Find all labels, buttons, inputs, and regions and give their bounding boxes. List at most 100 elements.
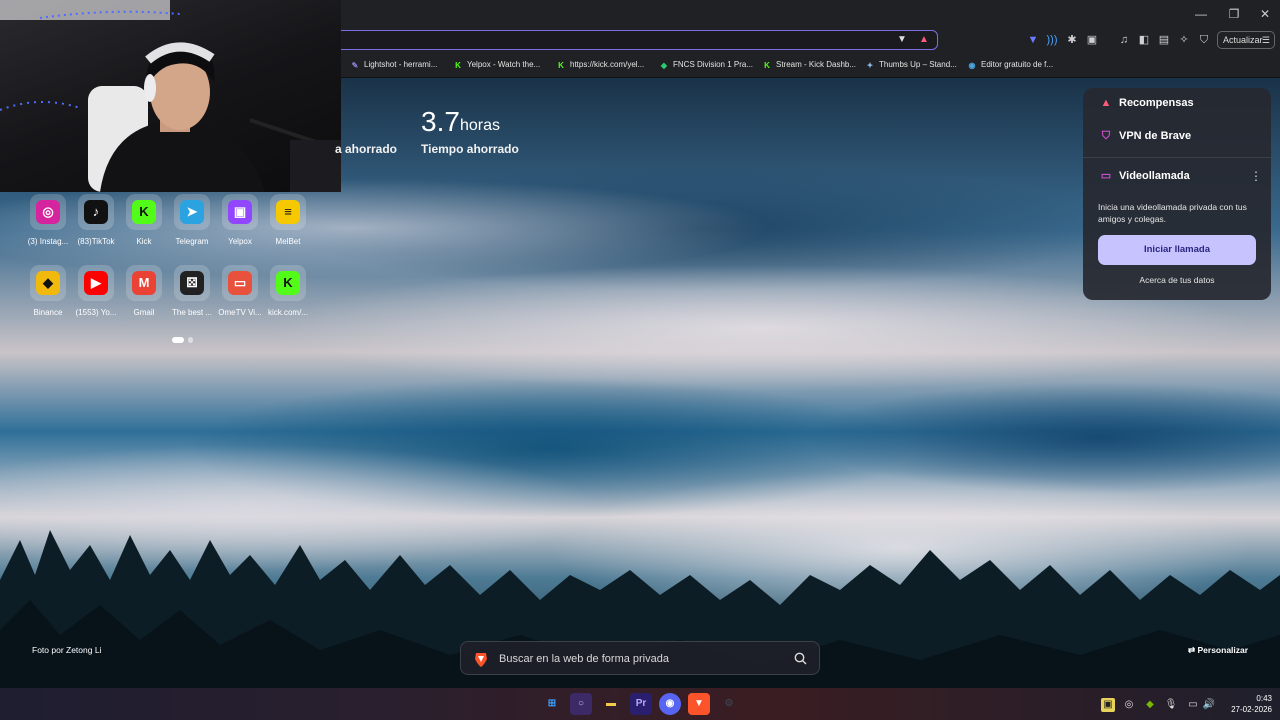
top-site-tile[interactable]: ▶ (1553) Yo... [73, 265, 119, 317]
rewards-icon[interactable]: ▲ [917, 33, 931, 47]
ometv-icon: ▭ [228, 271, 252, 295]
screenshot-icon[interactable]: ▣ [1084, 32, 1100, 48]
music-icon[interactable]: ♫ [1116, 32, 1132, 48]
premiere-icon[interactable]: Pr [630, 693, 652, 715]
streamer-figure [0, 0, 341, 192]
tray-app-icon[interactable]: ▣ [1101, 698, 1115, 712]
binance-icon: ◆ [36, 271, 60, 295]
top-site-label: Yelpox [228, 237, 252, 246]
vpn-shield-icon[interactable]: ⛉ [1196, 32, 1212, 48]
customize-icon: ⇄ [1188, 645, 1196, 655]
customize-label: Personalizar [1197, 645, 1249, 655]
brave-widgets-panel: ▲ Recompensas ⛉ VPN de Brave ▭ Videollamada… [1083, 88, 1271, 300]
rewards-triangle-icon: ▲ [1100, 97, 1112, 109]
pager-dot-active[interactable] [172, 337, 184, 343]
bookmark-item[interactable]: ✦ Thumbs Up – Stand... [865, 58, 957, 72]
folder-icon[interactable]: ▬ [600, 693, 622, 715]
tray-steam-icon[interactable]: ◎ [1122, 698, 1136, 712]
top-site-icon-frame: K [270, 265, 306, 301]
bookmark-item[interactable]: Khttps://kick.com/yel... [556, 58, 644, 72]
top-site-tile[interactable]: M Gmail [121, 265, 167, 317]
top-site-label: kick.com/... [267, 308, 308, 317]
top-site-tile[interactable]: ⚄ The best ... [169, 265, 215, 317]
top-site-label: OmeTV Vi... [218, 308, 262, 317]
top-site-tile[interactable]: ➤ Telegram [169, 194, 215, 246]
top-site-tile[interactable]: ≡ MelBet [265, 194, 311, 246]
top-site-tile[interactable]: ◎ (3) Instag... [25, 194, 71, 246]
restore-button[interactable]: ❐ [1219, 4, 1249, 24]
bookmark-item[interactable]: ◉ Editor gratuito de f... [967, 58, 1054, 72]
bookmark-label: Stream - Kick Dashb... [776, 60, 857, 69]
bookmark-label: https://kick.com/yel... [570, 60, 645, 69]
star-icon: ✦ [866, 61, 874, 70]
top-site-icon-frame: ⚄ [174, 265, 210, 301]
bookmark-item[interactable]: ✎ Lightshot - herrami... [350, 58, 438, 72]
volume-icon[interactable]: 🔊 [1202, 698, 1216, 712]
instagram-icon: ◎ [36, 200, 60, 224]
top-site-tile[interactable]: Kkick.com/... [265, 265, 311, 317]
update-button[interactable]: Actualizar ☰ [1217, 31, 1275, 49]
hours-saved-unit: horas [460, 117, 501, 134]
discord-icon[interactable]: ◉ [659, 693, 681, 715]
private-search-box[interactable] [460, 641, 820, 675]
top-site-tile[interactable]: ▭ OmeTV Vi... [217, 265, 263, 317]
top-site-icon-frame: ◎ [30, 194, 66, 230]
videocall-description: Inicia una videollamada privada con tus … [1098, 202, 1247, 224]
brave-shields-icon[interactable]: ▼ [895, 33, 909, 47]
minimize-button[interactable]: — [1186, 4, 1216, 24]
webcam-overlay [0, 0, 341, 192]
top-site-tile[interactable]: K Kick [121, 194, 167, 246]
sidebar-icon[interactable]: ◧ [1136, 32, 1152, 48]
top-site-icon-frame: ◆ [30, 265, 66, 301]
start-call-button[interactable]: Iniciar llamada [1098, 235, 1256, 265]
photo-credit[interactable]: Foto por Zetong Li [32, 645, 101, 655]
top-site-icon-frame: ≡ [270, 194, 306, 230]
microphone-icon[interactable]: 🎙 [1164, 698, 1178, 712]
top-site-icon-frame: K [126, 194, 162, 230]
search-input[interactable] [499, 650, 779, 668]
kick-icon: K [455, 61, 461, 70]
twitch-icon: ▣ [228, 200, 252, 224]
wallet-icon[interactable]: ▤ [1156, 32, 1172, 48]
pager-dot[interactable] [188, 337, 193, 343]
windows-icon[interactable]: ⊞ [541, 693, 563, 715]
panel-divider [1083, 157, 1271, 158]
top-site-tile[interactable]: ♪ (83)TikTok [73, 194, 119, 246]
extension-vpn-icon[interactable]: ▼ [1025, 32, 1041, 48]
address-bar[interactable]: ▼ ▲ [330, 30, 938, 50]
extensions-icon[interactable]: ✱ [1064, 32, 1080, 48]
bookmark-item[interactable]: ◆ FNCS Division 1 Pra... [659, 58, 753, 72]
leo-ai-icon[interactable]: ✧ [1176, 32, 1192, 48]
more-options-icon[interactable]: ⋮ [1250, 169, 1262, 183]
network-icon[interactable]: ▭ [1186, 698, 1200, 712]
extension-audio-icon[interactable]: ))) [1044, 32, 1060, 48]
gmail-icon: M [132, 271, 156, 295]
kick-icon: K [558, 61, 564, 70]
search-circle-icon[interactable]: ○ [570, 693, 592, 715]
hours-saved-value: 3.7 [421, 106, 460, 137]
top-site-tile[interactable]: ▣ Yelpox [217, 194, 263, 246]
about-data-link[interactable]: Acerca de tus datos [1098, 275, 1256, 285]
top-site-label: The best ... [171, 308, 213, 317]
top-site-tile[interactable]: ◆ Binance [25, 265, 71, 317]
customize-button[interactable]: ⇄ Personalizar [1188, 645, 1248, 656]
top-site-icon-frame: ▶ [78, 265, 114, 301]
videocall-header: ▭ Videollamada [1099, 169, 1190, 182]
youtube-icon: ▶ [84, 271, 108, 295]
rewards-item[interactable]: ▲ Recompensas [1099, 97, 1194, 109]
close-button[interactable]: ✕ [1250, 4, 1280, 24]
search-icon[interactable] [794, 652, 807, 665]
top-site-label: Binance [33, 308, 63, 317]
menu-icon: ☰ [1261, 35, 1270, 45]
rewards-label: Recompensas [1119, 97, 1194, 109]
dice-icon: ⚄ [180, 271, 204, 295]
clock-date: 27-02-2026 [1231, 705, 1272, 714]
brave-icon[interactable]: ▼ [688, 693, 710, 715]
tray-nvidia-icon[interactable]: ◆ [1143, 698, 1157, 712]
bookmark-item[interactable]: K Yelpox - Watch the... [453, 58, 540, 72]
bookmark-item[interactable]: K Stream - Kick Dashb... [762, 58, 856, 72]
system-clock[interactable]: 0:43 27-02-2026 [1222, 693, 1272, 715]
vpn-item[interactable]: ⛉ VPN de Brave [1099, 130, 1191, 143]
steam-icon[interactable]: ⚙ [718, 693, 740, 715]
editor-icon: ◉ [968, 61, 976, 70]
